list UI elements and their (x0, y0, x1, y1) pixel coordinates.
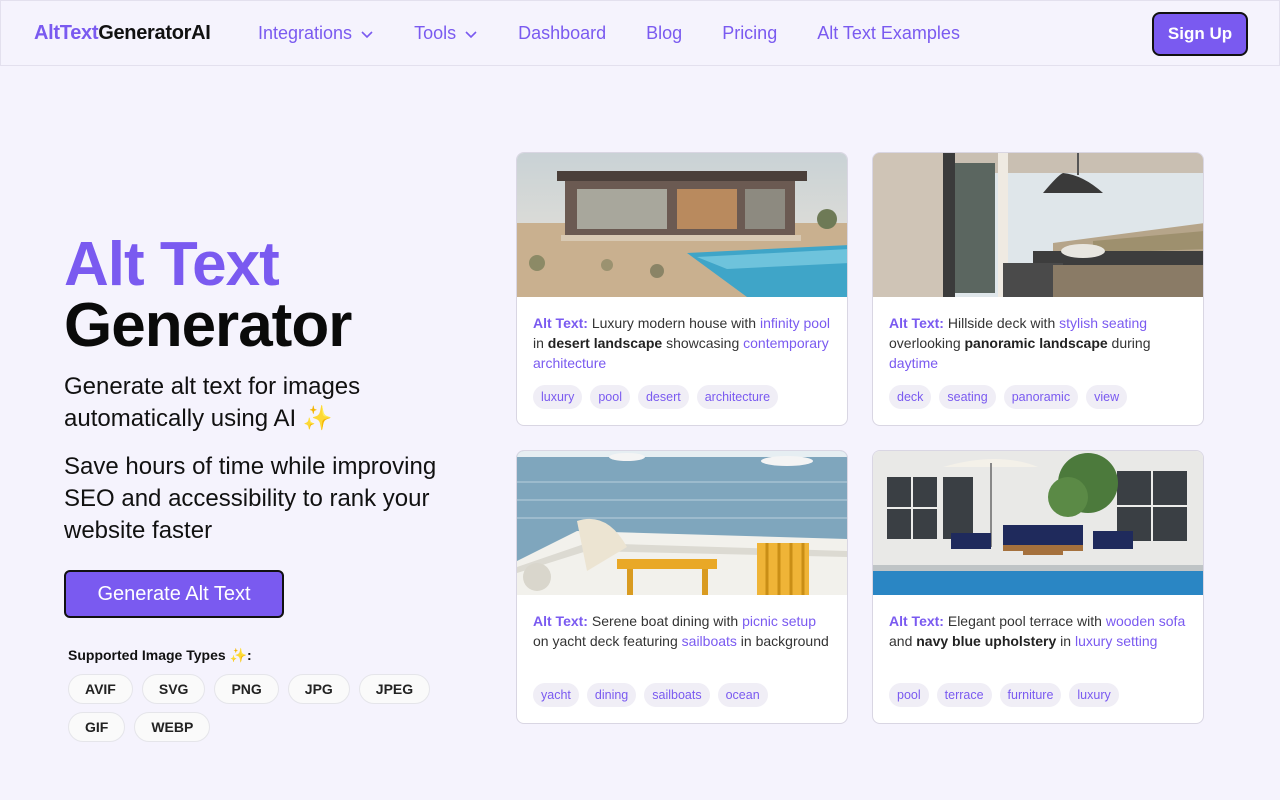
nav-link-label: Dashboard (518, 23, 607, 43)
alt-text-label: Alt Text: (533, 613, 588, 629)
example-card[interactable]: Alt Text: Elegant pool terrace with wood… (872, 450, 1204, 724)
hero-title-accent: Alt Text (64, 230, 280, 299)
alt-text-segment: Luxury modern house with (587, 315, 760, 331)
tag-chip[interactable]: pool (889, 683, 929, 707)
alt-text-keyword: luxury setting (1074, 633, 1158, 649)
nav-link-alt-text-examples[interactable]: Alt Text Examples (817, 23, 960, 44)
logo-part-generator: GeneratorAI (98, 22, 211, 44)
nav-link-dashboard[interactable]: Dashboard (518, 23, 606, 44)
image-type-list: AVIF SVG PNG JPG JPEG GIF WEBP (68, 674, 468, 742)
card-tags: luxury pool desert architecture (533, 385, 779, 409)
tag-chip[interactable]: seating (939, 385, 996, 409)
alt-text-segment: Elegant pool terrace with (943, 613, 1106, 629)
alt-text-label: Alt Text: (889, 315, 944, 331)
hero-title: Generator (64, 291, 352, 360)
alt-text-segment: overlooking (889, 335, 965, 351)
example-card[interactable]: Alt Text: Luxury modern house with infin… (516, 152, 848, 426)
nav-link-tools[interactable]: Tools (414, 23, 478, 44)
top-nav: AltTextGeneratorAI Integrations Tools Dash… (0, 0, 1280, 66)
modern-desert-house-image (517, 153, 847, 297)
nav-link-pricing[interactable]: Pricing (722, 23, 777, 44)
alt-text-emphasis: panoramic landscape (964, 335, 1108, 351)
nav-link-label: Integrations (258, 23, 353, 43)
alt-text-emphasis: navy blue upholstery (916, 633, 1057, 649)
nav-link-label: Pricing (722, 23, 778, 43)
alt-text-segment: on yacht deck featuring (533, 633, 682, 649)
nav-link-blog[interactable]: Blog (646, 23, 682, 44)
alt-text-segment: showcasing (662, 335, 744, 351)
tag-chip[interactable]: view (1086, 385, 1128, 409)
hillside-deck-image (873, 153, 1203, 297)
tag-chip[interactable]: terrace (936, 683, 992, 707)
alt-text-keyword: picnic setup (742, 613, 817, 629)
alt-text-segment: in (533, 335, 548, 351)
card-alt-text: Alt Text: Serene boat dining with picnic… (533, 611, 833, 651)
tag-chip[interactable]: ocean (717, 683, 768, 707)
alt-text-label: Alt Text: (533, 315, 588, 331)
alt-text-keyword: daytime (889, 355, 939, 371)
image-type-chip: JPG (287, 674, 350, 704)
tag-chip[interactable]: furniture (999, 683, 1062, 707)
alt-text-keyword: sailboats (681, 633, 737, 649)
alt-text-label: Alt Text: (889, 613, 944, 629)
nav-link-integrations[interactable]: Integrations (258, 23, 374, 44)
tag-chip[interactable]: pool (590, 385, 630, 409)
tag-chip[interactable]: yacht (533, 683, 579, 707)
alt-text-segment: during (1107, 335, 1151, 351)
nav-link-label: Blog (646, 23, 683, 43)
chevron-down-icon (465, 30, 477, 38)
alt-text-keyword: infinity pool (759, 315, 830, 331)
pool-terrace-image (873, 451, 1203, 595)
tag-chip[interactable]: architecture (696, 385, 779, 409)
image-type-chip: JPEG (358, 674, 431, 704)
image-type-chip: AVIF (68, 674, 133, 704)
example-card[interactable]: Alt Text: Serene boat dining with picnic… (516, 450, 848, 724)
alt-text-segment: in background (736, 633, 829, 649)
alt-text-segment: Hillside deck with (943, 315, 1060, 331)
card-tags: yacht dining sailboats ocean (533, 683, 768, 707)
chevron-down-icon (361, 30, 373, 38)
alt-text-keyword: wooden sofa (1105, 613, 1186, 629)
generate-alt-text-button[interactable]: Generate Alt Text (64, 570, 284, 618)
supported-types-label: Supported Image Types ✨: (68, 647, 252, 663)
tag-chip[interactable]: desert (637, 385, 689, 409)
image-type-chip: SVG (141, 674, 206, 704)
hero-subtitle: Generate alt text for images automatical… (64, 373, 361, 432)
tag-chip[interactable]: luxury (533, 385, 583, 409)
logo[interactable]: AltTextGeneratorAI (34, 22, 211, 45)
tag-chip[interactable]: dining (586, 683, 637, 707)
boat-dining-image (517, 451, 847, 595)
nav-link-label: Alt Text Examples (817, 23, 960, 43)
tag-chip[interactable]: deck (889, 385, 932, 409)
image-type-chip: GIF (68, 712, 126, 742)
image-type-chip: WEBP (134, 712, 211, 742)
tag-chip[interactable]: sailboats (644, 683, 710, 707)
image-type-chip: PNG (214, 674, 279, 704)
alt-text-segment: in (1056, 633, 1075, 649)
alt-text-keyword: stylish seating (1059, 315, 1148, 331)
example-card[interactable]: Alt Text: Hillside deck with stylish sea… (872, 152, 1204, 426)
card-alt-text: Alt Text: Elegant pool terrace with wood… (889, 611, 1189, 651)
card-alt-text: Alt Text: Hillside deck with stylish sea… (889, 313, 1189, 373)
card-tags: deck seating panoramic view (889, 385, 1128, 409)
card-tags: pool terrace furniture luxury (889, 683, 1119, 707)
tag-chip[interactable]: luxury (1069, 683, 1119, 707)
alt-text-segment: Serene boat dining with (587, 613, 743, 629)
alt-text-emphasis: desert landscape (547, 335, 663, 351)
nav-link-label: Tools (414, 23, 457, 43)
tag-chip[interactable]: panoramic (1003, 385, 1079, 409)
alt-text-segment: and (889, 633, 917, 649)
signup-button[interactable]: Sign Up (1152, 12, 1248, 56)
logo-part-alttext: AltText (34, 22, 99, 44)
hero-description: Save hours of time while improving SEO a… (64, 453, 437, 544)
card-alt-text: Alt Text: Luxury modern house with infin… (533, 313, 833, 373)
nav-links: Integrations Tools Dashboard Blog Pricing Alt… (258, 23, 1000, 44)
